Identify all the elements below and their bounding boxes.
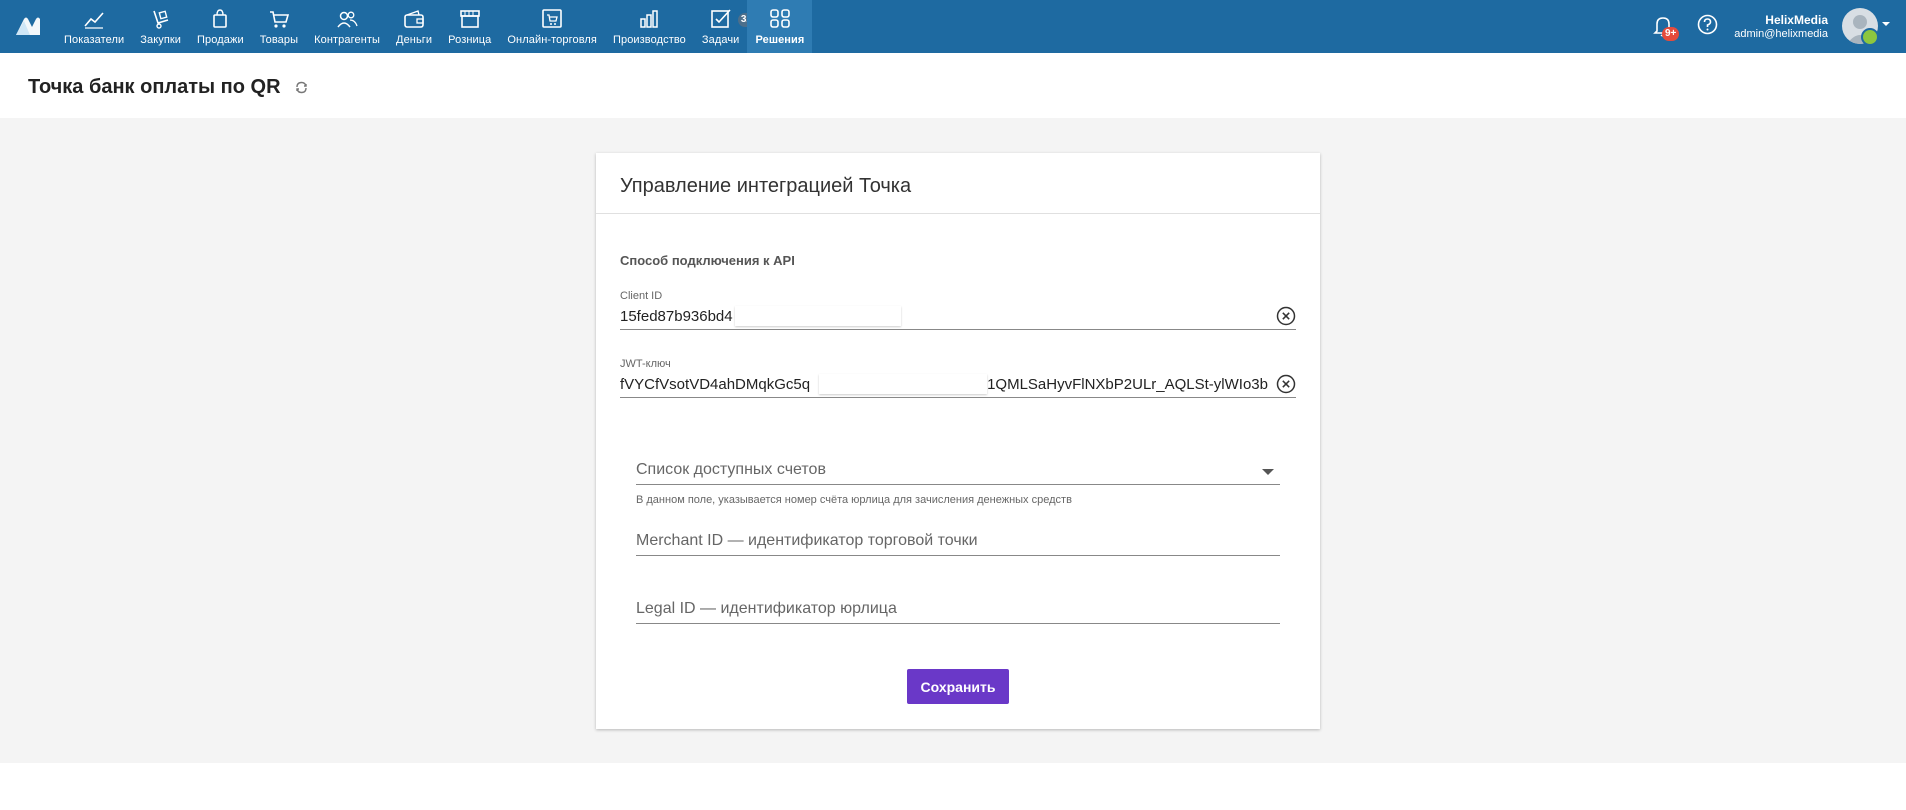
nav-item-online-trade[interactable]: Онлайн-торговля [499,0,605,53]
page-header: Точка банк оплаты по QR [0,53,1906,118]
redaction-mask [819,374,987,394]
client-id-field: Client ID 15fed87b936bd4 [620,290,1296,330]
redaction-mask [735,306,901,326]
people-icon [337,11,358,28]
accounts-select-field: Список доступных счетов В данном поле, у… [636,453,1280,506]
hand-cart-icon [152,10,168,29]
refresh-icon[interactable] [295,81,308,94]
top-navigation-bar: Показатели Закупки Продажи Товары Контра… [0,0,1906,53]
jwt-key-label: JWT-ключ [620,358,671,370]
nav-label: Производство [612,34,686,46]
save-button[interactable]: Сохранить [907,669,1009,704]
nav-item-tasks[interactable]: 323 Задачи [694,0,761,53]
factory-icon [640,10,659,28]
nav-label: Закупки [140,34,182,46]
shopping-bag-icon [213,9,228,28]
accounts-select-placeholder: Список доступных счетов [636,461,826,478]
divider [596,213,1320,214]
account-status-icon [1861,28,1879,46]
main-nav: Показатели Закупки Продажи Товары Контра… [56,0,813,53]
nav-item-sales[interactable]: Продажи [189,0,252,53]
legal-id-field: Legal ID — идентификатор юрлица [636,592,1280,624]
task-check-icon [710,9,731,28]
api-connection-label: Способ подключения к API [620,253,795,268]
merchant-id-field: Merchant ID — идентификатор торговой точ… [636,524,1280,556]
legal-id-placeholder: Legal ID — идентификатор юрлица [636,600,897,617]
nav-label: Деньги [396,34,433,46]
client-id-input[interactable]: 15fed87b936bd4 [620,302,1296,330]
nav-item-production[interactable]: Производство [605,0,694,53]
nav-item-goods[interactable]: Товары [252,0,306,53]
user-email: admin@helixmedia [1734,28,1828,40]
user-info[interactable]: HelixMedia admin@helixmedia [1734,13,1828,40]
wallet-icon [404,10,424,28]
nav-label: Решения [755,34,805,46]
accounts-select-hint: В данном поле, указывается номер счёта ю… [636,494,1072,506]
nav-label: Контрагенты [314,34,381,46]
nav-item-retail[interactable]: Розница [440,0,499,53]
jwt-key-value-start: fVYCfVsotVD4ahDMqkGc5q [620,376,811,393]
nav-item-money[interactable]: Деньги [388,0,440,53]
nav-item-indicators[interactable]: Показатели [56,0,132,53]
moysklad-logo-icon[interactable] [14,13,42,37]
nav-label: Продажи [197,34,244,46]
jwt-key-value-end: 1QMLSaHyvFlNXbP2ULr_AQLSt-ylWIo3b [987,376,1268,393]
online-store-icon [542,9,562,28]
page-title: Точка банк оплаты по QR [28,76,281,98]
card-title: Управление интеграцией Точка [620,175,912,197]
jwt-key-input[interactable]: fVYCfVsotVD4ahDMqkGc5q 1QMLSaHyvFlNXbP2U… [620,370,1296,398]
cart-icon [269,11,289,28]
nav-label: Задачи [701,34,740,46]
clear-icon[interactable] [1276,306,1296,326]
nav-label: Товары [259,34,299,46]
notifications-badge: 9+ [1662,27,1680,41]
nav-label: Показатели [64,34,125,46]
legal-id-input[interactable]: Legal ID — идентификатор юрлица [636,592,1280,624]
help-icon[interactable] [1697,14,1718,35]
jwt-key-field: JWT-ключ fVYCfVsotVD4ahDMqkGc5q 1QMLSaHy… [620,358,1296,398]
store-icon [459,10,480,28]
nav-item-solutions[interactable]: Решения [747,0,813,53]
integration-card: Управление интеграцией Точка Способ подк… [596,153,1320,729]
dropdown-arrow-icon[interactable] [1262,469,1274,475]
clear-icon[interactable] [1276,374,1296,394]
accounts-select[interactable]: Список доступных счетов [636,453,1280,485]
chart-line-icon [84,12,104,29]
client-id-label: Client ID [620,290,663,302]
client-id-value: 15fed87b936bd4 [620,308,733,325]
nav-label: Онлайн-торговля [507,34,597,46]
chevron-down-icon[interactable] [1882,22,1890,26]
merchant-id-placeholder: Merchant ID — идентификатор торговой точ… [636,532,978,549]
nav-item-purchases[interactable]: Закупки [132,0,189,53]
user-name: HelixMedia [1765,13,1828,27]
nav-item-contractors[interactable]: Контрагенты [306,0,388,53]
apps-grid-icon [770,9,790,28]
nav-label: Розница [448,34,492,46]
merchant-id-input[interactable]: Merchant ID — идентификатор торговой точ… [636,524,1280,556]
